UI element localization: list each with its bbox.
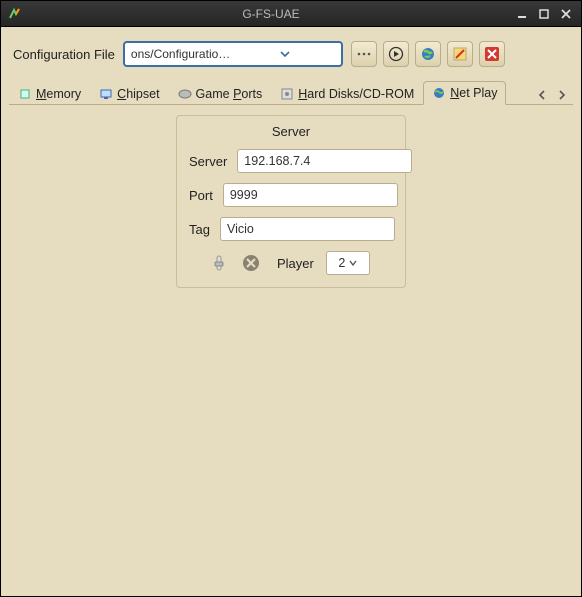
globe-icon [432,86,446,100]
toolbar [351,41,505,67]
gamepad-icon [178,87,192,101]
tab-hard-disks[interactable]: Hard Disks/CD-ROM [271,82,423,105]
play-button[interactable] [383,41,409,67]
config-file-path: ons/Configurations/a500.config [131,47,234,61]
chip-icon [18,87,32,101]
globe-button[interactable] [415,41,441,67]
window-title: G-FS-UAE [29,7,513,21]
cancel-icon[interactable] [241,253,261,273]
slider-icon[interactable] [209,253,229,273]
port-label: Port [189,188,213,203]
tab-chipset[interactable]: Chipset [90,82,168,105]
player-label: Player [277,256,314,271]
tab-net-play[interactable]: Net Play [423,81,506,105]
tabs-bar: Memory Chipset Game Ports Hard Disks/CD-… [9,77,573,105]
player-value: 2 [338,256,345,270]
minimize-button[interactable] [513,6,531,22]
content-area: Configuration File ons/Configurations/a5… [1,27,581,596]
window-controls [513,6,575,22]
close-button[interactable] [557,6,575,22]
tag-label: Tag [189,222,210,237]
titlebar: G-FS-UAE [1,1,581,27]
chevron-down-icon[interactable] [234,46,337,62]
delete-button[interactable] [479,41,505,67]
tab-memory[interactable]: Memory [9,82,90,105]
browse-button[interactable] [351,41,377,67]
app-icon [7,6,23,22]
net-play-panel: Server Server Port Tag [9,105,573,588]
port-field-row: Port [189,183,393,207]
tag-field-row: Tag [189,217,393,241]
port-input[interactable] [223,183,398,207]
config-file-label: Configuration File [13,47,115,62]
disk-icon [280,87,294,101]
server-group: Server Server Port Tag [176,115,406,288]
player-row: Player 2 [189,251,393,275]
config-file-row: Configuration File ons/Configurations/a5… [9,35,573,77]
server-label: Server [189,154,227,169]
tab-game-ports[interactable]: Game Ports [169,82,272,105]
maximize-button[interactable] [535,6,553,22]
tab-scroll-left[interactable] [533,86,551,104]
tab-scroll-right[interactable] [553,86,571,104]
monitor-icon [99,87,113,101]
server-group-title: Server [189,124,393,139]
config-file-select[interactable]: ons/Configurations/a500.config [123,41,343,67]
server-input[interactable] [237,149,412,173]
edit-button[interactable] [447,41,473,67]
app-window: G-FS-UAE Configuration File ons/Configur… [0,0,582,597]
server-field-row: Server [189,149,393,173]
tag-input[interactable] [220,217,395,241]
player-select[interactable]: 2 [326,251,370,275]
tab-scroll-nav [533,86,573,104]
chevron-down-icon [349,259,357,267]
